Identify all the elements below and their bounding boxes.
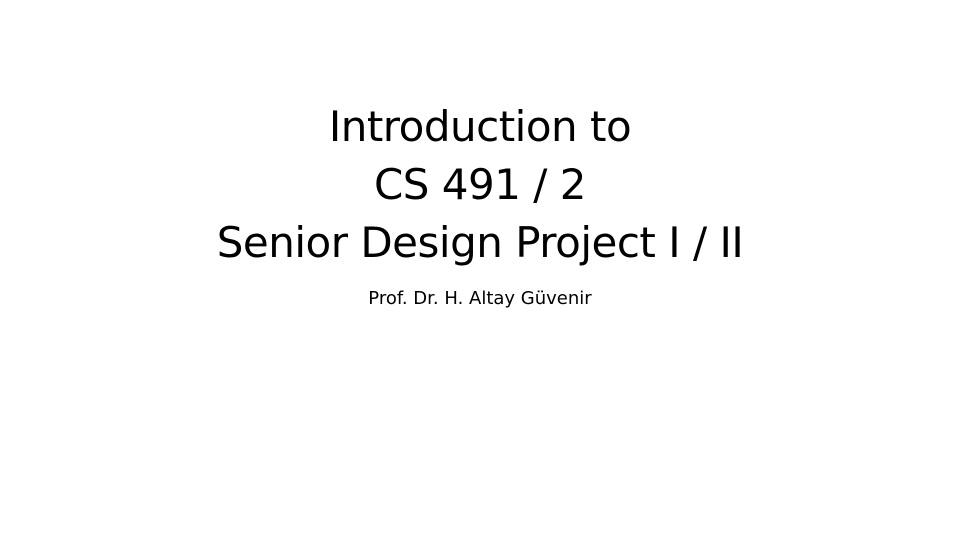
title-line-1: Introduction to — [328, 102, 632, 151]
title-slide: Introduction to CS 491 / 2 Senior Design… — [0, 0, 960, 540]
title-line-3: Senior Design Project I / II — [216, 218, 744, 267]
title-line-2: CS 491 / 2 — [373, 160, 587, 209]
slide-title: Introduction to CS 491 / 2 Senior Design… — [0, 98, 960, 272]
slide-subtitle: Prof. Dr. H. Altay Güvenir — [368, 288, 592, 309]
